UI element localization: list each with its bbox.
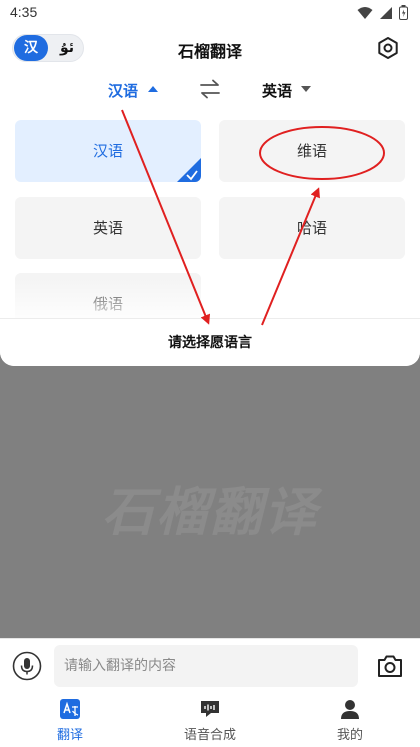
bottom-nav: 翻译 语音合成 我的 (0, 692, 420, 747)
nav-speech-synthesis[interactable]: 语音合成 (165, 698, 255, 743)
nav-speech-synthesis-label: 语音合成 (183, 728, 236, 743)
language-picker-sheet: 汉语 维语 英语 哈语 俄语 请选择愿语言 (0, 108, 420, 366)
status-time: 4:35 (10, 4, 38, 20)
source-language-selector[interactable]: 汉语 (108, 80, 138, 101)
nav-translate[interactable]: 翻译 (25, 698, 115, 743)
checkmark-icon (186, 170, 198, 181)
user-icon (341, 700, 359, 719)
watermark: 石榴翻译 (101, 483, 318, 543)
input-bar (0, 638, 420, 692)
language-selector-row: 汉语 英语 (0, 72, 420, 108)
settings-icon[interactable] (376, 36, 400, 60)
speech-synthesis-icon (201, 701, 219, 717)
language-option-kazakh[interactable]: 哈语 (219, 197, 405, 259)
translate-icon (60, 699, 80, 719)
nav-translate-label: 翻译 (56, 728, 83, 743)
caret-up-icon[interactable] (148, 86, 158, 92)
target-language-selector[interactable]: 英语 (262, 80, 292, 101)
camera-icon[interactable] (376, 652, 404, 680)
nav-profile-label: 我的 (336, 728, 363, 743)
language-option-label: 汉语 (92, 142, 123, 160)
battery-icon (399, 5, 408, 20)
caret-down-icon[interactable] (301, 86, 311, 92)
language-option-label: 维语 (296, 142, 327, 160)
status-icons (357, 5, 408, 20)
signal-icon (380, 6, 392, 19)
wifi-icon (357, 6, 373, 19)
sheet-title: 请选择愿语言 (0, 318, 420, 366)
app-title: 石榴翻译 (177, 42, 242, 61)
swap-languages-icon[interactable] (198, 78, 222, 100)
language-option-label: 哈语 (296, 219, 327, 237)
app-header: 汉 ئۇ 石榴翻译 (0, 26, 420, 72)
language-option-label: 英语 (92, 219, 123, 237)
language-option-uyghur[interactable]: 维语 (219, 120, 405, 182)
language-option-english[interactable]: 英语 (15, 197, 201, 259)
language-option-chinese[interactable]: 汉语 (15, 120, 201, 182)
nav-profile[interactable]: 我的 (305, 698, 395, 743)
translation-input[interactable] (54, 645, 358, 687)
microphone-icon[interactable] (12, 651, 42, 681)
language-option-label: 俄语 (92, 295, 123, 313)
status-bar: 4:35 (0, 0, 420, 26)
